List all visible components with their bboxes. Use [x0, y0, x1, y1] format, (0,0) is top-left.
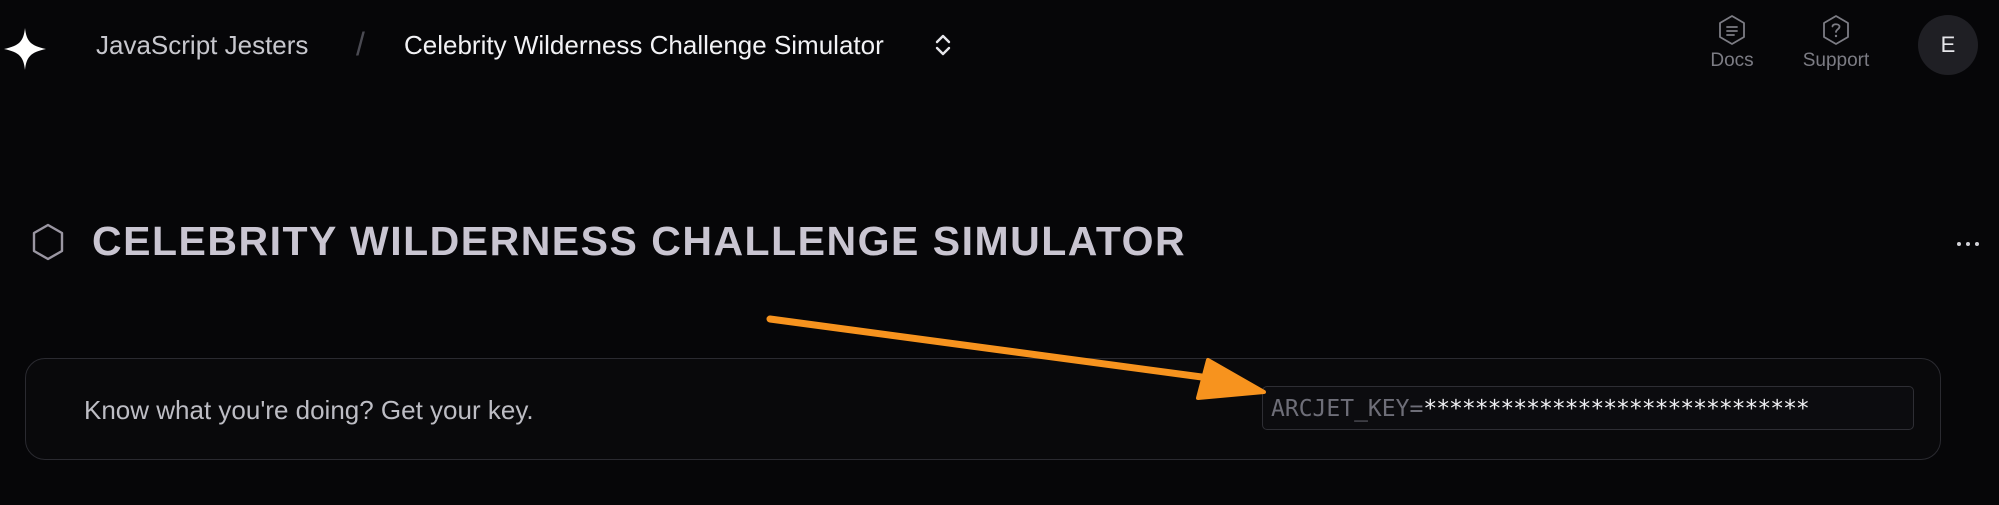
support-label: Support — [1802, 50, 1870, 71]
key-card: Know what you're doing? Get your key. AR… — [25, 358, 1941, 460]
key-value-masked: ****************************** — [1423, 396, 1809, 422]
top-bar: JavaScript Jesters / Celebrity Wildernes… — [0, 0, 1999, 92]
help-hexagon-icon — [1823, 15, 1849, 45]
breadcrumb-separator: / — [356, 26, 365, 62]
key-separator: = — [1409, 396, 1424, 422]
avatar[interactable]: E — [1918, 15, 1978, 75]
page-title: CELEBRITY WILDERNESS CHALLENGE SIMULATOR — [92, 218, 1187, 264]
breadcrumb-team[interactable]: JavaScript Jesters — [96, 30, 308, 61]
docs-link[interactable]: Docs — [1692, 14, 1772, 78]
more-horizontal-icon — [1957, 242, 1961, 246]
docs-hexagon-icon — [1719, 15, 1745, 45]
key-prompt: Know what you're doing? Get your key. — [84, 395, 534, 425]
support-link[interactable]: Support — [1796, 14, 1876, 78]
api-key-field[interactable]: ARCJET_KEY=*****************************… — [1262, 386, 1914, 430]
key-name: ARCJET_KEY — [1271, 396, 1410, 422]
hexagon-outline-icon — [32, 223, 64, 261]
breadcrumb-project[interactable]: Celebrity Wilderness Challenge Simulator — [404, 30, 884, 61]
chevron-up-down-icon[interactable] — [932, 32, 954, 58]
sparkle-star-icon[interactable] — [2, 26, 48, 72]
more-options-button[interactable] — [1950, 226, 1986, 262]
docs-label: Docs — [1710, 50, 1754, 71]
page: JavaScript Jesters / Celebrity Wildernes… — [0, 0, 1999, 505]
